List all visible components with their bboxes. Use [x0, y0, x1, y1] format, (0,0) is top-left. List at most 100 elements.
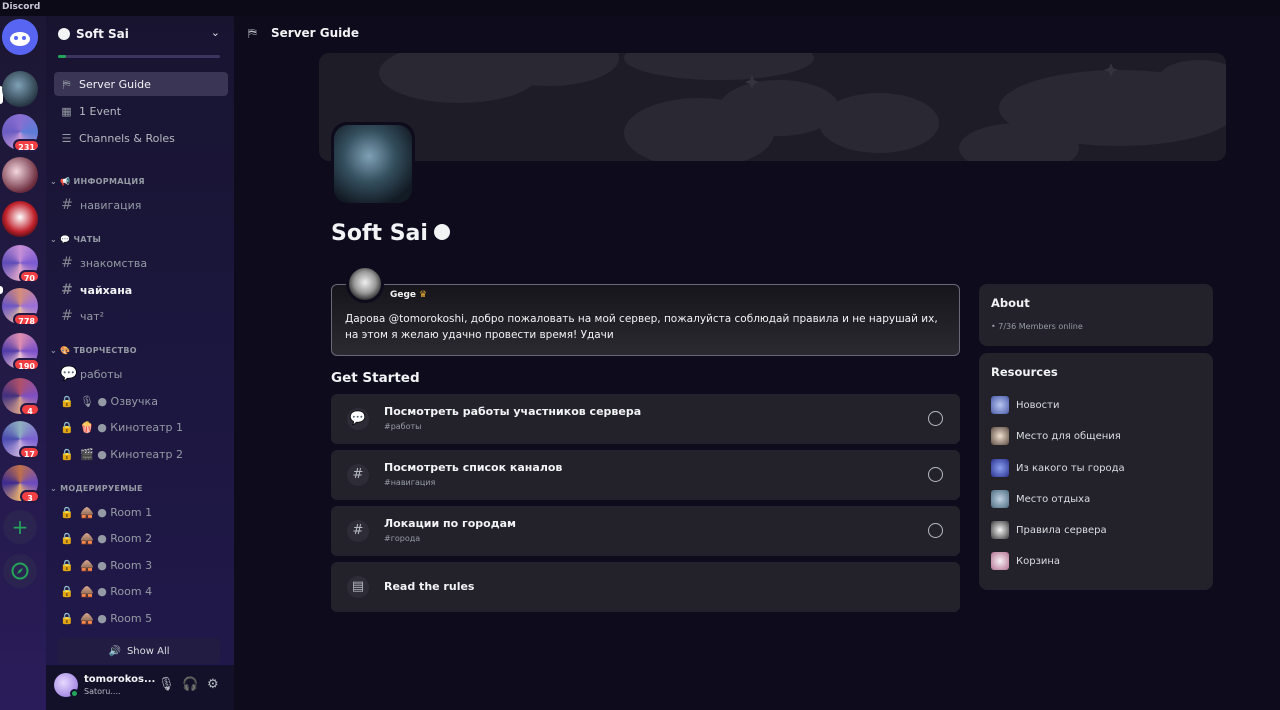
chevron-down-icon[interactable]: ⌄	[211, 26, 220, 39]
compass-icon	[11, 562, 29, 580]
task-title: Посмотреть список каналов	[384, 461, 563, 474]
channels-list-icon: ☰	[61, 131, 72, 145]
server-folder-5[interactable]: 4	[2, 378, 40, 416]
resource-item[interactable]: Место отдыха	[991, 489, 1090, 509]
server-soft-sai[interactable]	[2, 71, 38, 107]
calendar-icon: ▦	[61, 104, 72, 118]
task-title: Посмотреть работы участников сервера	[384, 405, 642, 418]
server-folder-6[interactable]: 17	[2, 421, 40, 459]
channel-room-4[interactable]: 🔒 🛖 ● Room 4	[54, 579, 228, 603]
task-channel: #города	[384, 534, 421, 543]
cloud-pattern	[379, 53, 1226, 161]
nav-server-guide[interactable]: ⛿ Server Guide	[54, 72, 228, 96]
task-checkbox[interactable]	[928, 467, 943, 482]
headphones-icon[interactable]: 🎧	[182, 677, 198, 692]
server-2[interactable]	[2, 157, 38, 193]
channel-room-2[interactable]: 🔒 🛖 ● Room 2	[54, 526, 228, 550]
forum-icon: 💬	[347, 408, 369, 430]
task-channel: #навигация	[384, 478, 436, 487]
about-title: About	[991, 296, 1030, 310]
hash-icon: #	[61, 308, 73, 324]
channel-room-1[interactable]: 🔒 🛖 ● Room 1	[54, 500, 228, 524]
resource-item[interactable]: Из какого ты города	[991, 458, 1125, 478]
channel-kinoteatr-2[interactable]: 🔒 🎬 ● Кинотеатр 2	[54, 442, 228, 466]
channel-chat2[interactable]: # чат²	[54, 304, 228, 328]
category-creativity[interactable]: ⌄ 🎨 ТВОРЧЕСТВО	[50, 346, 137, 355]
server-folder-2[interactable]: 70	[2, 245, 40, 283]
hash-icon: #	[61, 255, 73, 271]
signpost-icon: ⛿	[248, 26, 257, 40]
channel-room-3[interactable]: 🔒 🛖 ● Room 3	[54, 553, 228, 577]
channel-ozvuchka[interactable]: 🔒 🎙 ● Озвучка	[54, 389, 228, 413]
channel-navigation[interactable]: # навигация	[54, 193, 228, 217]
unread-badge: 778	[13, 313, 40, 326]
username: tomorokos...	[84, 674, 156, 685]
user-status: Satoru....	[84, 687, 121, 696]
server-header[interactable]: Soft Sai ⌄	[46, 16, 234, 58]
unread-badge: 17	[18, 446, 40, 459]
discord-logo-icon	[2, 19, 38, 55]
task-item[interactable]: # Посмотреть список каналов #навигация	[331, 450, 960, 500]
resource-item[interactable]: Корзина	[991, 551, 1060, 571]
settings-gear-icon[interactable]: ⚙	[207, 677, 219, 692]
resource-item[interactable]: Правила сервера	[991, 520, 1107, 540]
get-started-heading: Get Started	[331, 370, 420, 386]
server-rail: 231 70 778 190 4 17 3 +	[0, 16, 46, 710]
welcome-message: Gege ♛ Дарова @tomorokoshi, добро пожалов…	[331, 265, 960, 356]
server-folder-7[interactable]: 3	[2, 465, 40, 503]
channel-kinoteatr-1[interactable]: 🔒 🍿 ● Кинотеатр 1	[54, 415, 228, 439]
home-button[interactable]	[2, 19, 38, 55]
nav-label: 1 Event	[79, 104, 122, 118]
resource-item[interactable]: Место для общения	[991, 426, 1121, 446]
server-name: Soft Sai	[76, 27, 129, 41]
nav-label: Channels & Roles	[79, 131, 175, 145]
main-content: ⛿ Server Guide Soft Sai Gege ♛ Дарова @to…	[234, 16, 1280, 710]
unread-badge: 190	[13, 358, 40, 371]
resource-thumbnail	[991, 427, 1009, 445]
category-moderated[interactable]: ⌄ МОДЕРИРУЕМЫЕ	[50, 484, 143, 493]
crown-icon: ♛	[419, 290, 428, 300]
speaker-icon: 🔊	[108, 645, 121, 657]
channel-room-5[interactable]: 🔒 🛖 ● Room 5	[54, 606, 228, 630]
server-folder-4[interactable]: 190	[2, 333, 40, 371]
server-folder-1[interactable]: 231	[2, 114, 40, 152]
owner-avatar	[346, 265, 384, 303]
task-channel: #работы	[384, 422, 422, 431]
channel-raboty[interactable]: 💬 работы	[54, 362, 228, 386]
hash-icon: #	[61, 282, 73, 298]
main-header: ⛿ Server Guide	[234, 16, 1280, 50]
microphone-icon[interactable]: 🎙	[158, 677, 175, 692]
lock-icon: 🔒	[60, 420, 74, 434]
unread-badge: 70	[18, 270, 40, 283]
resource-item[interactable]: Новости	[991, 395, 1059, 415]
resource-thumbnail	[991, 552, 1009, 570]
nav-channels-roles[interactable]: ☰ Channels & Roles	[54, 126, 228, 150]
task-title: Локации по городам	[384, 517, 516, 530]
category-chats[interactable]: ⌄ 💬 ЧАТЫ	[50, 235, 101, 244]
add-server-button[interactable]: +	[3, 510, 37, 544]
channel-znakomstva[interactable]: # знакомства	[54, 251, 228, 275]
signpost-icon: ⛿	[62, 77, 71, 91]
lock-icon: 🔒	[60, 447, 74, 461]
nav-events[interactable]: ▦ 1 Event	[54, 99, 228, 123]
explore-servers-button[interactable]	[3, 554, 37, 588]
show-all-button[interactable]: 🔊 Show All	[58, 638, 220, 664]
forum-icon: 💬	[60, 366, 78, 382]
channel-chaihana[interactable]: # чайхана	[54, 278, 228, 302]
plus-icon: +	[11, 515, 29, 539]
server-folder-3[interactable]: 778	[2, 288, 40, 326]
task-item[interactable]: # Локации по городам #города	[331, 506, 960, 556]
task-checkbox[interactable]	[928, 523, 943, 538]
unread-badge: 3	[20, 490, 40, 503]
channel-sidebar: Soft Sai ⌄ ⛿ Server Guide ▦ 1 Event ☰ Chann…	[0, 16, 234, 710]
unread-badge: 231	[13, 139, 40, 152]
server-icon	[331, 122, 415, 206]
welcome-text: Дарова @tomorokoshi, добро пожаловать на…	[345, 313, 938, 341]
task-item[interactable]: 💬 Посмотреть работы участников сервера #…	[331, 394, 960, 444]
task-checkbox[interactable]	[928, 411, 943, 426]
resource-thumbnail	[991, 459, 1009, 477]
server-3[interactable]	[2, 201, 38, 237]
task-item[interactable]: ▤ Read the rules	[331, 562, 960, 612]
lock-icon: 🔒	[60, 394, 74, 408]
category-info[interactable]: ⌄ 📢 ИНФОРМАЦИЯ	[50, 177, 145, 186]
